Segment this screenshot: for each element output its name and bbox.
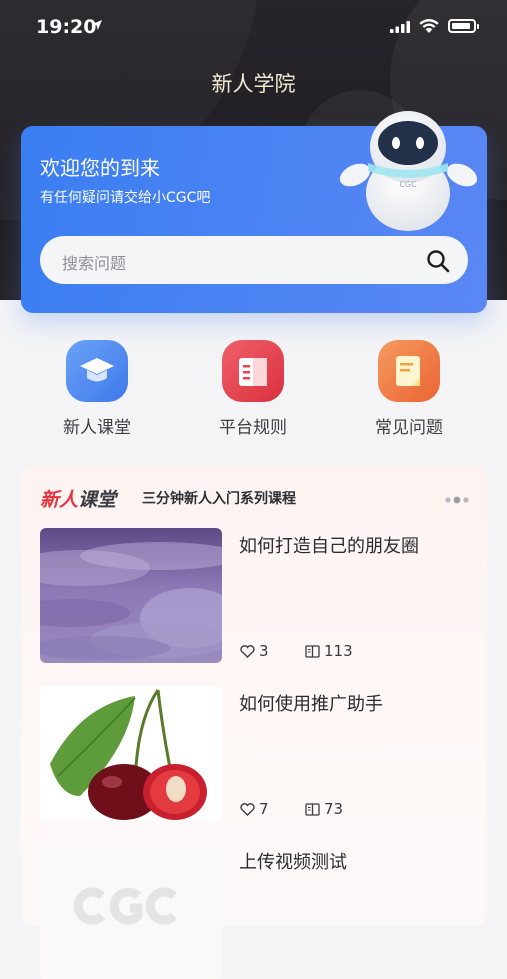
course-section-subtitle: 三分钟新人入门系列课程 [142,491,296,507]
course-views: 113 [305,642,353,660]
open-book-icon [305,803,320,816]
search-icon[interactable] [426,249,450,273]
course-title: 上传视频测试 [239,852,347,873]
course-section-brand: 新人课堂 [40,485,116,512]
robot-badge-text: CGC [399,180,417,189]
heart-icon [240,645,255,658]
shortcut-label: 新人课堂 [63,418,131,438]
status-bar: 19:20 [0,0,507,56]
course-views-count: 73 [324,800,344,818]
battery-icon [448,19,479,33]
book-icon [222,340,284,402]
course-views: 73 [305,800,343,818]
page-title: 新人学院 [211,72,296,96]
course-title: 如何打造自己的朋友圈 [239,536,419,557]
course-views-count: 113 [324,642,353,660]
robot-mascot-icon: CGC [339,111,478,231]
brand-part-1: 新人 [40,489,79,511]
cellular-signal-icon [390,21,410,33]
course-list-item[interactable]: 如何使用推广助手 7 73 [40,686,480,821]
course-likes: 7 [240,800,269,818]
search-input[interactable]: 搜索问题 [40,236,468,284]
course-list-item[interactable]: 上传视频测试 [40,844,480,979]
brand-part-2: 课堂 [78,489,117,511]
notepad-icon [378,340,440,402]
course-title: 如何使用推广助手 [239,694,383,715]
newbie-course-card: 新人课堂 三分钟新人入门系列课程 如何打造自己的朋友圈 3 113 如何使用推广… [21,466,487,979]
status-time: 19:20 [36,16,97,38]
shortcut-row: 新人课堂 平台规则 常见问题 [0,337,507,447]
graduation-cap-icon [66,340,128,402]
course-thumbnail [40,528,222,663]
course-thumbnail [40,686,222,821]
course-likes-count: 7 [259,800,269,818]
more-dots-icon[interactable] [444,496,470,504]
welcome-subtitle: 有任何疑问请交给小CGC吧 [40,190,211,206]
shortcut-label: 平台规则 [219,418,287,438]
open-book-icon [305,645,320,658]
heart-icon [240,803,255,816]
shortcut-label: 常见问题 [375,418,443,438]
search-placeholder: 搜索问题 [62,254,127,273]
course-list-item[interactable]: 如何打造自己的朋友圈 3 113 [40,528,480,663]
location-arrow-icon [92,20,102,30]
wifi-icon [419,19,439,33]
course-likes-count: 3 [259,642,269,660]
welcome-title: 欢迎您的到来 [40,156,160,180]
course-likes: 3 [240,642,269,660]
course-thumbnail [40,844,222,979]
